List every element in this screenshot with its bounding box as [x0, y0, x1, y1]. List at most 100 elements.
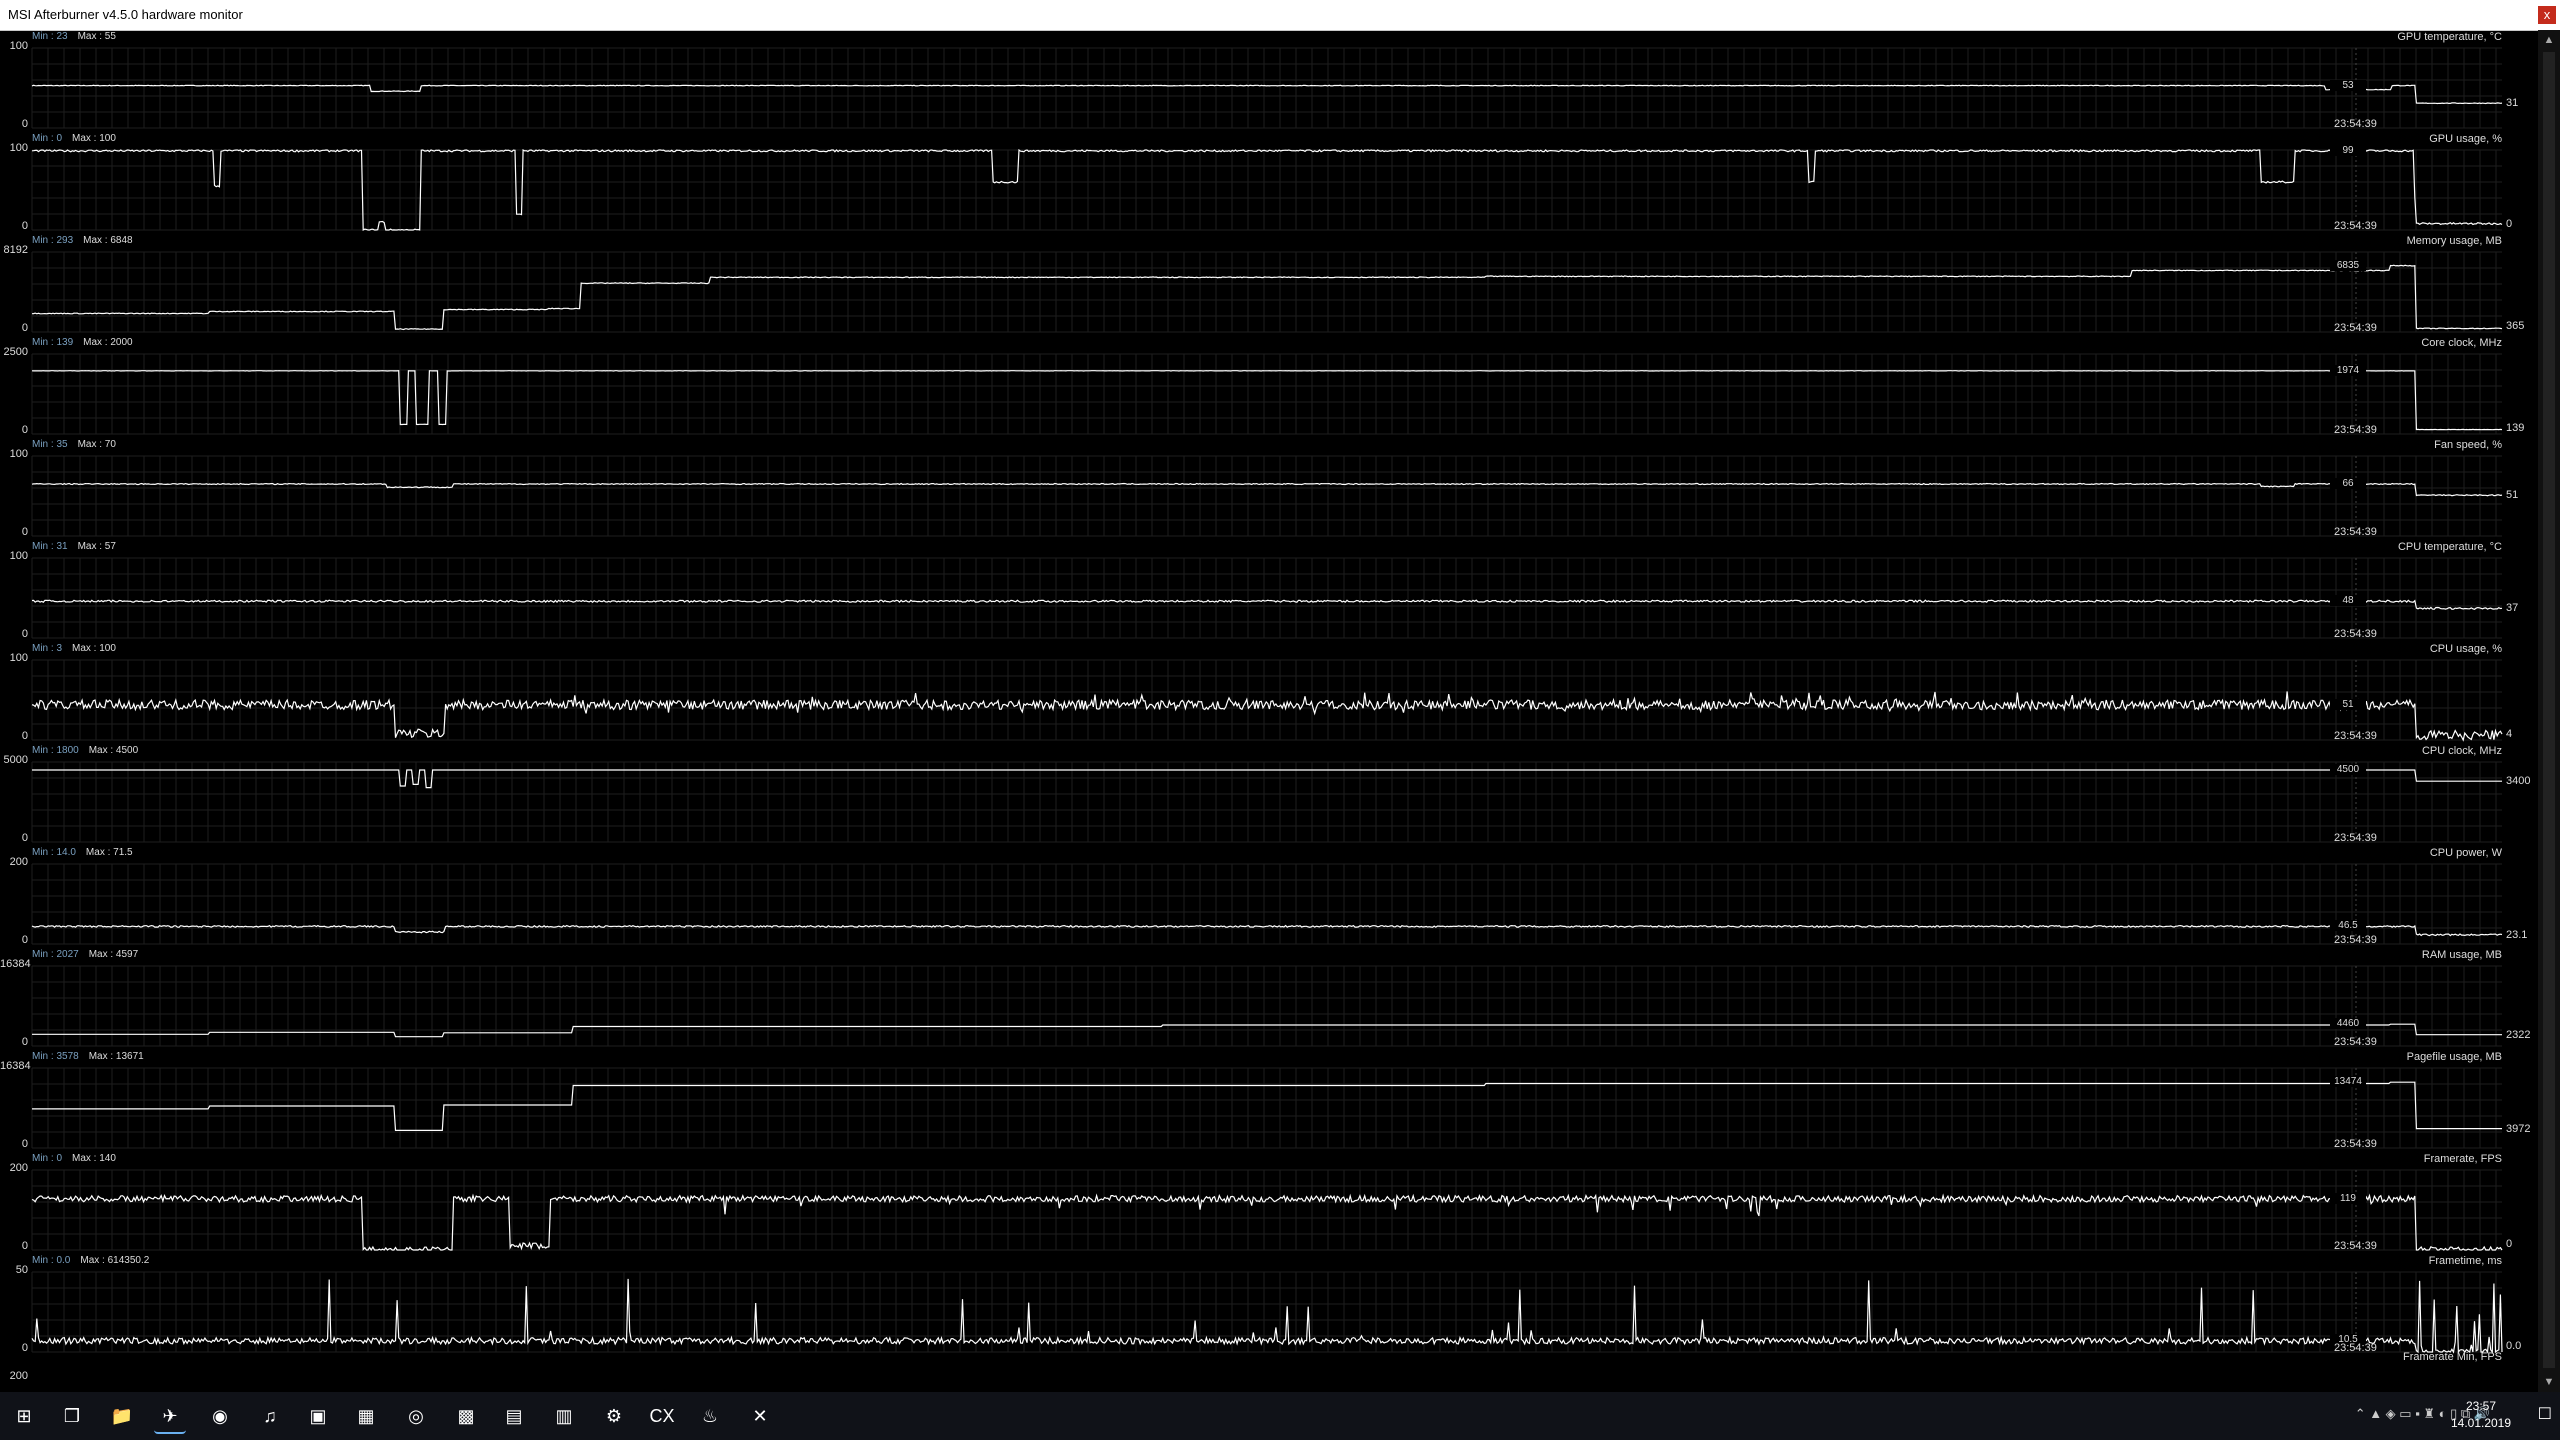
- start-icon[interactable]: ⊞: [8, 1400, 40, 1432]
- graph-panel[interactable]: Min : 14.0 Max : 71.5 CPU power, W 200 0 46.5…: [0, 846, 2538, 948]
- app-box-icon[interactable]: ▤: [498, 1400, 530, 1432]
- series-line: [32, 1081, 2502, 1132]
- min-max-label: Min : 35 Max : 70: [32, 439, 116, 450]
- calculator-icon[interactable]: ▦: [350, 1400, 382, 1432]
- graph-panel[interactable]: Min : 2027 Max : 4597 RAM usage, MB 16384 0 4…: [0, 948, 2538, 1050]
- min-value: Min : 0.0: [32, 1255, 71, 1266]
- graph-panel-partial[interactable]: Framerate Min, FPS 200: [0, 1350, 2538, 1392]
- xbox-icon[interactable]: ✕: [744, 1400, 776, 1432]
- current-value: 139: [2506, 422, 2525, 434]
- cursor-time: 23:54:39: [2334, 424, 2377, 436]
- graph-panel[interactable]: Min : 293 Max : 6848 Memory usage, MB 8192 0…: [0, 234, 2538, 336]
- scroll-down-arrow-icon[interactable]: ▼: [2538, 1372, 2560, 1392]
- graph-panel[interactable]: Min : 0 Max : 140 Framerate, FPS 200 0 119 23:…: [0, 1152, 2538, 1254]
- min-value: Min : 14.0: [32, 847, 76, 858]
- min-max-label: Min : 0 Max : 100: [32, 133, 116, 144]
- app-icon[interactable]: ▣: [302, 1400, 334, 1432]
- file-explorer-icon[interactable]: 📁: [106, 1400, 138, 1432]
- y-axis-max: 100: [9, 550, 28, 562]
- series-line: [31, 1193, 2503, 1252]
- graph-plot: [31, 1067, 2502, 1149]
- cursor-time: 23:54:39: [2334, 628, 2377, 640]
- graph-panel[interactable]: Min : 0 Max : 100 GPU usage, % 100 0 99 23:54:…: [0, 132, 2538, 234]
- task-view-icon[interactable]: ❐: [56, 1400, 88, 1432]
- graph-panel[interactable]: Min : 139 Max : 2000 Core clock, MHz 2500 0 1…: [0, 336, 2538, 438]
- graph-name: CPU temperature, °C: [2397, 541, 2502, 553]
- cursor-time: 23:54:39: [2334, 832, 2377, 844]
- graph-panel[interactable]: Min : 0.0 Max : 614350.2 Frametime, ms 50 0 1…: [0, 1254, 2538, 1356]
- y-axis-min: 0: [21, 322, 28, 334]
- scrollbar-thumb[interactable]: [2543, 52, 2555, 1368]
- current-value: 37: [2506, 602, 2519, 615]
- hardware-monitor-window: MSI Afterburner v4.5.0 hardware monitor …: [0, 0, 2560, 1392]
- graph-panel[interactable]: Min : 3 Max : 100 CPU usage, % 100 0 51 23:54:…: [0, 642, 2538, 744]
- min-max-label: Min : 14.0 Max : 71.5: [32, 847, 133, 858]
- y-axis-min: 0: [21, 832, 28, 844]
- cursor-time: 23:54:39: [2334, 1036, 2377, 1048]
- series-line: [31, 148, 2503, 232]
- cursor-value: 46.5: [2330, 920, 2366, 932]
- y-axis-max: 5000: [3, 754, 28, 766]
- y-axis-max: 8192: [3, 244, 28, 256]
- min-max-label: Min : 3 Max : 100: [32, 643, 116, 654]
- y-axis-min: 0: [21, 628, 28, 640]
- close-button[interactable]: x: [2538, 6, 2556, 24]
- graph-panel[interactable]: Min : 3578 Max : 13671 Pagefile usage, MB 1…: [0, 1050, 2538, 1152]
- y-axis-max: 50: [15, 1264, 28, 1276]
- max-value: Max : 4500: [88, 745, 139, 756]
- y-axis-max: 200: [9, 1162, 28, 1174]
- graph-plot: [31, 557, 2503, 639]
- series-line: [31, 599, 2503, 610]
- cursor-value: 13474: [2330, 1076, 2366, 1088]
- steam-icon[interactable]: ♨: [694, 1400, 726, 1432]
- y-axis-max: 100: [9, 652, 28, 664]
- y-axis-min: 0: [21, 118, 28, 130]
- series-line: [31, 924, 2503, 937]
- series-line: [31, 370, 2503, 431]
- min-max-label: Min : 139 Max : 2000: [32, 337, 133, 348]
- current-value: 31: [2506, 97, 2519, 110]
- app-grid-icon[interactable]: ▩: [450, 1400, 482, 1432]
- app-terminal-icon[interactable]: ▥: [548, 1400, 580, 1432]
- current-value: 2322: [2506, 1028, 2531, 1041]
- current-value: 0: [2506, 1238, 2513, 1250]
- graph-name: RAM usage, MB: [2421, 949, 2502, 961]
- graph-name: Framerate, FPS: [2423, 1153, 2502, 1165]
- scrollbar[interactable]: ▲ ▼: [2538, 30, 2560, 1392]
- y-axis-min: 0: [21, 526, 28, 538]
- cursor-value: 53: [2330, 79, 2366, 91]
- y-axis-min: 0: [21, 220, 28, 232]
- graph-plot: [31, 761, 2502, 843]
- cursor-time: 23:54:39: [2334, 1138, 2377, 1150]
- graph-panel[interactable]: Min : 31 Max : 57 CPU temperature, °C 100 0 4…: [0, 540, 2538, 642]
- app-circle-icon[interactable]: ◎: [400, 1400, 432, 1432]
- graph-panel[interactable]: Min : 23 Max : 55 GPU temperature, °C 100 0 5…: [0, 30, 2538, 132]
- cx-icon[interactable]: CX: [646, 1400, 678, 1432]
- graph-plot: [31, 47, 2503, 129]
- graph-list[interactable]: Min : 23 Max : 55 GPU temperature, °C 100 0 5…: [0, 30, 2538, 1392]
- y-axis-max: 200: [9, 1370, 28, 1382]
- graph-panel[interactable]: Min : 1800 Max : 4500 CPU clock, MHz 5000 0 4…: [0, 744, 2538, 846]
- graph-name: Framerate Min, FPS: [2402, 1351, 2502, 1363]
- msi-afterburner-icon[interactable]: ✈: [154, 1400, 186, 1434]
- cursor-value: 51: [2330, 698, 2366, 710]
- title-bar[interactable]: MSI Afterburner v4.5.0 hardware monitor …: [0, 0, 2560, 31]
- graph-panel[interactable]: Min : 35 Max : 70 Fan speed, % 100 0 66 23:54:…: [0, 438, 2538, 540]
- max-value: Max : 614350.2: [80, 1255, 150, 1266]
- spotify-icon[interactable]: ♫: [254, 1400, 286, 1432]
- y-axis-max: 16384: [0, 958, 31, 970]
- graph-name: Core clock, MHz: [2421, 337, 2502, 349]
- min-value: Min : 0: [32, 1153, 63, 1164]
- current-value: 51: [2506, 489, 2519, 502]
- cursor-time: 23:54:39: [2334, 730, 2377, 742]
- scroll-up-arrow-icon[interactable]: ▲: [2538, 30, 2560, 50]
- cursor-time: 23:54:39: [2334, 526, 2377, 538]
- notification-center-icon[interactable]: ☐: [2538, 1404, 2552, 1424]
- settings-gear-icon[interactable]: ⚙: [598, 1400, 630, 1432]
- cursor-value: 4500: [2330, 764, 2366, 775]
- graph-plot: [31, 1271, 2503, 1354]
- clock-date: 14.01.2019: [2450, 1416, 2512, 1430]
- max-value: Max : 2000: [83, 337, 133, 348]
- firefox-icon[interactable]: ◉: [204, 1400, 236, 1432]
- taskbar-clock[interactable]: 23:57 14.01.2019: [2446, 1398, 2516, 1432]
